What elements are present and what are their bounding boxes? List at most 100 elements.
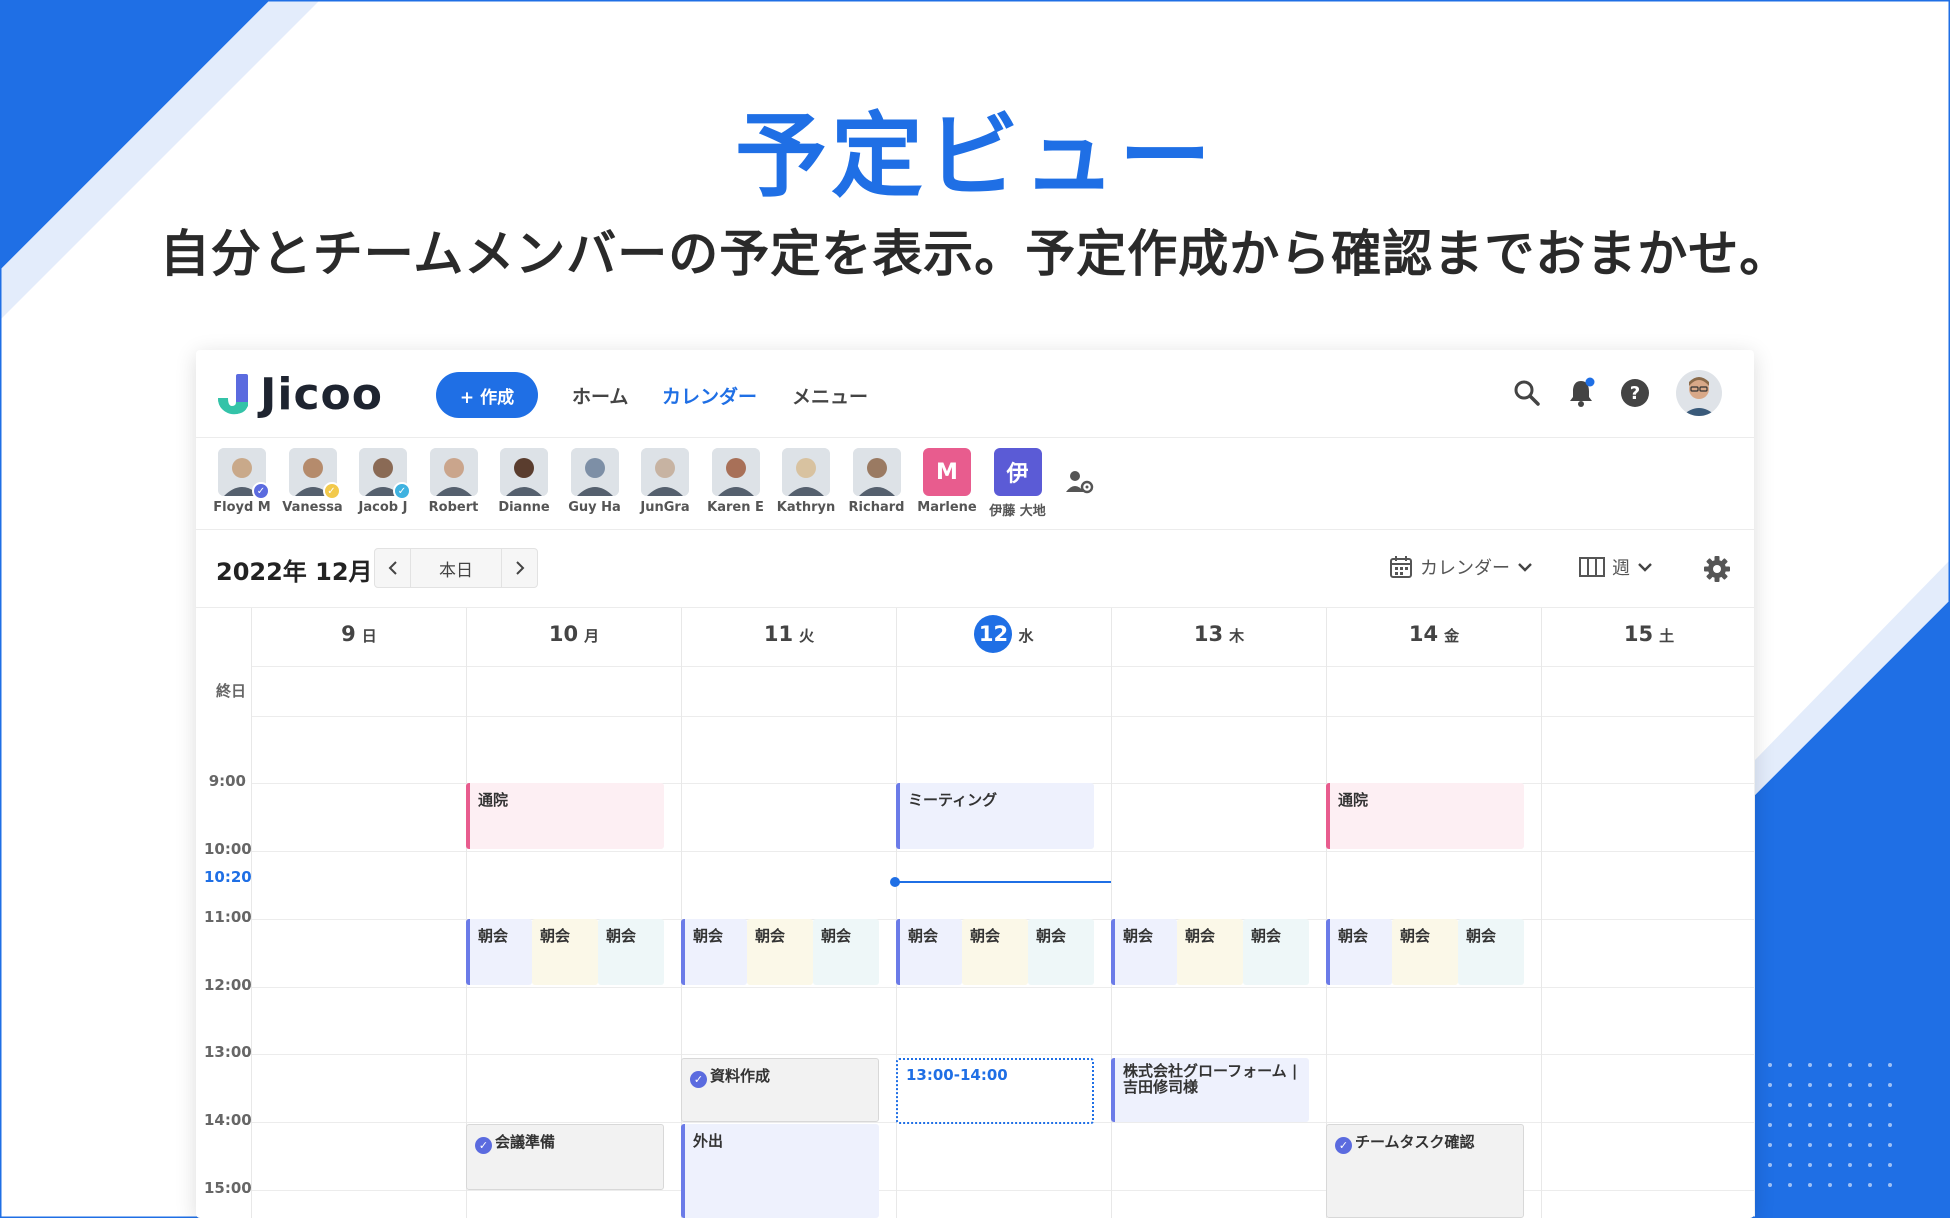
create-button[interactable]: + 作成 xyxy=(436,372,538,418)
logo[interactable]: Jicoo xyxy=(216,368,383,420)
day-number: 11 xyxy=(763,622,794,646)
dot-pattern xyxy=(1768,1063,1892,1187)
app-window: Jicoo + 作成 ホーム カレンダー メニュー ? ✓ Floyd M ✓ … xyxy=(196,350,1754,1218)
event-meeting-wed[interactable]: ミーティング xyxy=(896,783,1094,849)
event-shiryo-label: 資料作成 xyxy=(710,1067,771,1085)
event-chokai[interactable]: 朝会 xyxy=(598,919,664,985)
event-chokai[interactable]: 朝会 xyxy=(1028,919,1094,985)
event-chokai[interactable]: 朝会 xyxy=(1392,919,1458,985)
view-select-label: 週 xyxy=(1612,558,1630,579)
event-chokai[interactable]: 朝会 xyxy=(1326,919,1392,985)
day-number: 15 xyxy=(1623,622,1654,646)
user-avatar[interactable] xyxy=(1676,370,1722,416)
member-item[interactable]: JunGra xyxy=(633,448,697,515)
today-button[interactable]: 本日 xyxy=(411,549,501,587)
day-of-week: 木 xyxy=(1229,627,1245,645)
member-name: Dianne xyxy=(498,500,550,515)
member-item[interactable]: Robert xyxy=(422,448,486,515)
member-avatar: ✓ xyxy=(218,448,270,500)
member-item[interactable]: ✓ Jacob J xyxy=(351,448,415,515)
member-name: Guy Ha xyxy=(568,500,621,515)
calendar-icon xyxy=(1390,556,1412,578)
day-header[interactable]: 14 金 xyxy=(1326,622,1542,646)
hero-title: 予定ビュー xyxy=(734,103,1215,210)
hero-subtitle: 自分とチームメンバーの予定を表示。予定作成から確認までおまかせ。 xyxy=(159,225,1791,283)
nav-menu[interactable]: メニュー xyxy=(792,382,868,409)
member-item[interactable]: Karen E xyxy=(704,448,768,515)
prev-week-button[interactable] xyxy=(375,549,411,587)
member-avatar: M xyxy=(923,448,971,496)
search-icon[interactable] xyxy=(1510,376,1544,410)
current-time-dot xyxy=(890,877,900,887)
member-avatar xyxy=(429,448,478,496)
hour-label: 13:00 xyxy=(204,1043,252,1061)
help-icon[interactable]: ? xyxy=(1618,376,1652,410)
member-item[interactable]: M Marlene xyxy=(915,448,979,515)
event-chokai[interactable]: 朝会 xyxy=(1111,919,1177,985)
event-chokai[interactable]: 朝会 xyxy=(1177,919,1243,985)
day-header[interactable]: 12 水 xyxy=(896,615,1112,653)
hour-divider xyxy=(251,716,1754,717)
event-client[interactable]: 株式会社グローフォーム | 吉田修司様 xyxy=(1111,1058,1309,1122)
hour-label: 14:00 xyxy=(204,1111,252,1129)
day-header[interactable]: 9日 xyxy=(251,622,467,646)
day-header[interactable]: 15 土 xyxy=(1541,622,1754,646)
member-avatar: 伊 xyxy=(993,448,1042,496)
gear-icon[interactable] xyxy=(1702,554,1732,584)
event-tsuin-fri[interactable]: 通院 xyxy=(1326,783,1524,849)
member-avatar: ✓ xyxy=(359,448,411,500)
event-chokai[interactable]: 朝会 xyxy=(1458,919,1524,985)
event-chokai[interactable]: 朝会 xyxy=(962,919,1028,985)
chevron-right-icon xyxy=(515,561,524,575)
member-item[interactable]: 伊伊藤 大地 xyxy=(986,448,1050,519)
event-chokai[interactable]: 朝会 xyxy=(813,919,879,985)
hour-divider xyxy=(251,851,1754,852)
check-circle-icon: ✓ xyxy=(690,1071,707,1088)
calendar-select[interactable]: カレンダー xyxy=(1388,554,1534,580)
hour-label: 9:00 xyxy=(208,772,246,790)
event-team[interactable]: ✓ チームタスク確認 xyxy=(1326,1124,1524,1218)
member-item[interactable]: ✓ Vanessa xyxy=(281,448,345,515)
member-avatar xyxy=(641,448,689,496)
nav-calendar[interactable]: カレンダー xyxy=(662,382,757,409)
next-week-button[interactable] xyxy=(501,549,537,587)
member-settings-icon[interactable] xyxy=(1064,468,1094,496)
day-number: 14 xyxy=(1408,622,1439,646)
event-gaishutsu[interactable]: 外出 xyxy=(681,1124,879,1218)
member-item[interactable]: Guy Ha xyxy=(563,448,627,515)
availability-check-icon: ✓ xyxy=(252,482,270,500)
event-chokai[interactable]: 朝会 xyxy=(532,919,598,985)
view-select[interactable]: 週 xyxy=(1578,554,1654,580)
member-item[interactable]: Dianne xyxy=(492,448,556,515)
svg-text:?: ? xyxy=(1630,383,1640,404)
event-chokai[interactable]: 朝会 xyxy=(466,919,532,985)
logo-text: Jicoo xyxy=(260,368,383,420)
event-chokai[interactable]: 朝会 xyxy=(747,919,813,985)
member-item[interactable]: Richard xyxy=(845,448,909,515)
hour-divider xyxy=(251,1190,1754,1191)
bell-icon[interactable] xyxy=(1564,376,1598,410)
event-chokai[interactable]: 朝会 xyxy=(681,919,747,985)
member-name: Robert xyxy=(428,500,479,515)
day-header[interactable]: 13 木 xyxy=(1111,622,1327,646)
calendar-toolbar: 2022年 12月 本日 カレンダー 週 xyxy=(196,530,1754,608)
event-chokai[interactable]: 朝会 xyxy=(896,919,962,985)
event-shiryo[interactable]: ✓ 資料作成 xyxy=(681,1058,879,1122)
event-chokai[interactable]: 朝会 xyxy=(1243,919,1309,985)
day-header[interactable]: 11 火 xyxy=(681,622,897,646)
event-slot-selection[interactable]: 13:00-14:00 xyxy=(896,1058,1094,1124)
member-item[interactable]: ✓ Floyd M xyxy=(210,448,274,515)
member-name: Vanessa xyxy=(282,500,343,515)
day-header[interactable]: 10 月 xyxy=(466,622,682,646)
event-tsuin-mon[interactable]: 通院 xyxy=(466,783,664,849)
event-kaigi[interactable]: ✓ 会議準備 xyxy=(466,1124,664,1190)
check-circle-icon: ✓ xyxy=(475,1137,492,1154)
member-avatar xyxy=(782,448,830,496)
nav-home[interactable]: ホーム xyxy=(572,382,628,409)
member-item[interactable]: Kathryn xyxy=(774,448,838,515)
member-name: Marlene xyxy=(917,500,977,515)
day-number: 9 xyxy=(341,622,356,646)
day-number: 13 xyxy=(1193,622,1224,646)
hour-label: 12:00 xyxy=(204,976,252,994)
hour-label: 10:00 xyxy=(204,840,252,858)
